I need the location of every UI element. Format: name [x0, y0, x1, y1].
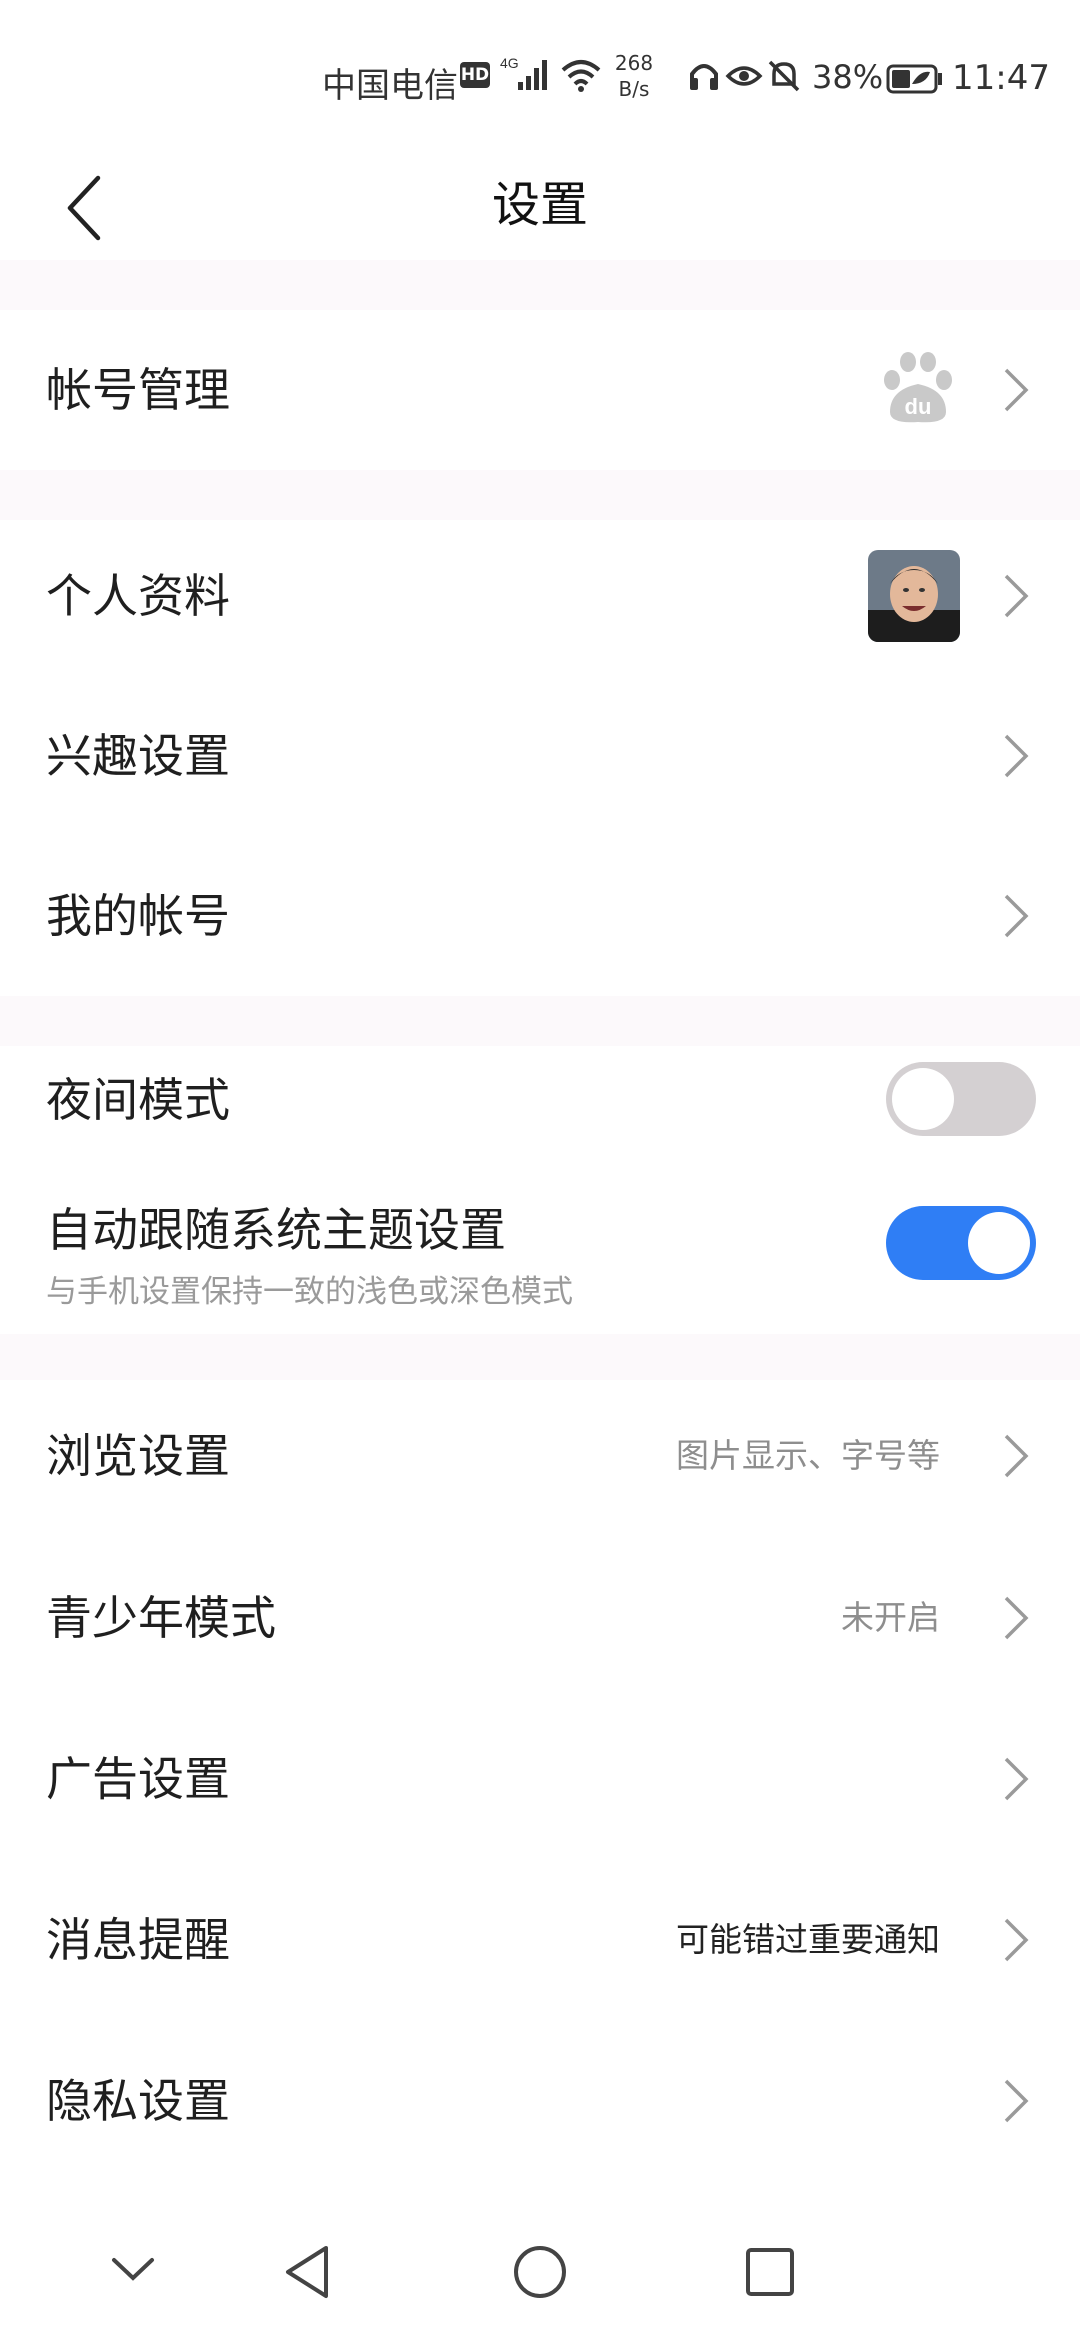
interests-label: 兴趣设置	[46, 729, 230, 783]
account-manage-row[interactable]: 帐号管理 du	[0, 310, 1080, 470]
status-bar: 中国电信 HD 4G 268 B/s 38% 11:47	[0, 0, 1080, 150]
clock: 11:47	[952, 58, 1050, 98]
browse-settings-value: 图片显示、字号等	[676, 1436, 940, 1475]
section-divider	[0, 1334, 1080, 1380]
chevron-right-icon	[1004, 1596, 1029, 1640]
follow-system-toggle[interactable]	[886, 1206, 1036, 1280]
section-divider	[0, 470, 1080, 520]
chevron-right-icon	[1004, 1757, 1029, 1801]
follow-system-row: 自动跟随系统主题设置 与手机设置保持一致的浅色或深色模式	[0, 1180, 1080, 1330]
chevron-right-icon	[1004, 2079, 1029, 2123]
page-title: 设置	[491, 177, 588, 233]
chevron-right-icon	[1004, 368, 1029, 412]
night-mode-toggle[interactable]	[886, 1062, 1036, 1136]
night-mode-label: 夜间模式	[46, 1073, 230, 1127]
profile-row[interactable]: 个人资料	[0, 516, 1080, 676]
chevron-right-icon	[1004, 1918, 1029, 1962]
chevron-right-icon	[1004, 734, 1029, 778]
section-divider	[0, 260, 1080, 310]
battery-icon	[886, 64, 944, 98]
account-manage-label: 帐号管理	[46, 363, 230, 417]
profile-label: 个人资料	[46, 569, 230, 623]
ad-settings-label: 广告设置	[46, 1752, 230, 1806]
wifi-icon	[560, 58, 602, 98]
recents-nav-button[interactable]	[744, 2246, 796, 2298]
status-icons	[688, 58, 808, 98]
back-nav-button[interactable]	[282, 2244, 332, 2300]
home-nav-button[interactable]	[512, 2244, 568, 2300]
system-navigation-bar	[0, 2200, 1080, 2340]
collapse-nav-button[interactable]	[108, 2252, 158, 2288]
chevron-right-icon	[1004, 894, 1029, 938]
privacy-label: 隐私设置	[46, 2074, 230, 2128]
carrier-label: 中国电信	[322, 66, 458, 106]
privacy-row[interactable]: 隐私设置	[0, 2021, 1080, 2181]
back-button[interactable]	[60, 164, 120, 244]
follow-system-sublabel: 与手机设置保持一致的浅色或深色模式	[46, 1274, 573, 1310]
speed-unit: B/s	[618, 77, 650, 101]
headphones-icon	[690, 64, 718, 90]
back-arrow-icon	[67, 175, 101, 241]
teen-mode-row[interactable]: 青少年模式 未开启	[0, 1538, 1080, 1698]
network-speed: 268 B/s	[608, 50, 660, 102]
teen-mode-label: 青少年模式	[46, 1591, 276, 1645]
follow-system-label: 自动跟随系统主题设置	[46, 1203, 506, 1257]
battery-percent: 38%	[812, 58, 884, 96]
my-account-label: 我的帐号	[46, 889, 230, 943]
teen-mode-value: 未开启	[841, 1598, 940, 1637]
avatar	[868, 550, 960, 642]
baidu-logo-text: du	[905, 394, 932, 419]
night-mode-row: 夜间模式	[0, 1020, 1080, 1180]
my-account-row[interactable]: 我的帐号	[0, 836, 1080, 996]
chevron-right-icon	[1004, 574, 1029, 618]
chevron-right-icon	[1004, 1434, 1029, 1478]
eye-icon	[725, 66, 763, 86]
bell-muted-icon	[768, 60, 800, 92]
browse-settings-label: 浏览设置	[46, 1429, 230, 1483]
header: 设置	[0, 150, 1080, 260]
notifications-value: 可能错过重要通知	[676, 1920, 940, 1959]
interests-row[interactable]: 兴趣设置	[0, 676, 1080, 836]
network-type-label: 4G	[500, 55, 519, 71]
signal-icon: 4G	[500, 54, 552, 98]
browse-settings-row[interactable]: 浏览设置 图片显示、字号等	[0, 1376, 1080, 1536]
hd-badge: HD	[460, 62, 490, 88]
toggle-knob	[968, 1212, 1030, 1274]
notifications-label: 消息提醒	[46, 1913, 230, 1967]
notifications-row[interactable]: 消息提醒 可能错过重要通知	[0, 1860, 1080, 2020]
toggle-knob	[892, 1068, 954, 1130]
baidu-logo: du	[878, 346, 958, 426]
speed-value: 268	[614, 51, 654, 75]
ad-settings-row[interactable]: 广告设置	[0, 1699, 1080, 1859]
